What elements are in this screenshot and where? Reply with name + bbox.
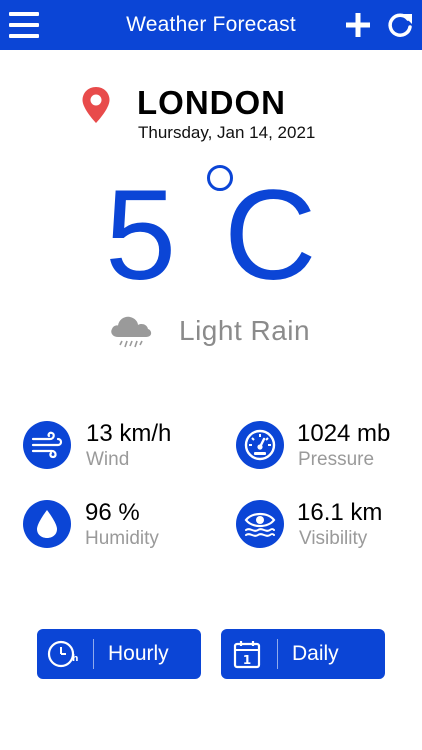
calendar-icon-number: 1 bbox=[243, 653, 251, 667]
button-separator bbox=[277, 639, 278, 669]
hourly-button[interactable]: h Hourly bbox=[37, 629, 201, 679]
city-name: LONDON bbox=[137, 84, 286, 121]
pressure-value: 1024 mb bbox=[297, 420, 391, 447]
temperature-value: 5 bbox=[105, 164, 177, 307]
app-bar: Weather Forecast bbox=[0, 0, 422, 50]
daily-button[interactable]: 1 Daily bbox=[221, 629, 385, 679]
location-pin-icon bbox=[82, 87, 110, 123]
hourly-button-label: Hourly bbox=[108, 642, 169, 665]
plus-icon[interactable] bbox=[345, 12, 371, 38]
humidity-value: 96 % bbox=[85, 499, 140, 526]
clock-24h-icon: h bbox=[47, 640, 78, 668]
eye-waves-icon bbox=[236, 500, 284, 548]
visibility-value: 16.1 km bbox=[297, 499, 383, 526]
rain-cloud-icon bbox=[111, 316, 152, 348]
wind-value: 13 km/h bbox=[86, 420, 172, 447]
weather-condition: Light Rain bbox=[179, 315, 311, 346]
wind-icon bbox=[23, 421, 71, 469]
calendar-icon: 1 bbox=[233, 641, 261, 669]
wind-label: Wind bbox=[86, 449, 130, 470]
gauge-icon bbox=[236, 421, 284, 469]
button-separator bbox=[93, 639, 94, 669]
current-date: Thursday, Jan 14, 2021 bbox=[138, 123, 316, 142]
water-drop-icon bbox=[23, 500, 71, 548]
refresh-icon[interactable] bbox=[386, 11, 414, 39]
svg-text:h: h bbox=[72, 654, 78, 664]
temperature-unit: C bbox=[224, 164, 317, 307]
visibility-label: Visibility bbox=[299, 528, 368, 549]
daily-button-label: Daily bbox=[292, 642, 339, 665]
humidity-label: Humidity bbox=[85, 528, 159, 549]
pressure-label: Pressure bbox=[298, 449, 375, 470]
